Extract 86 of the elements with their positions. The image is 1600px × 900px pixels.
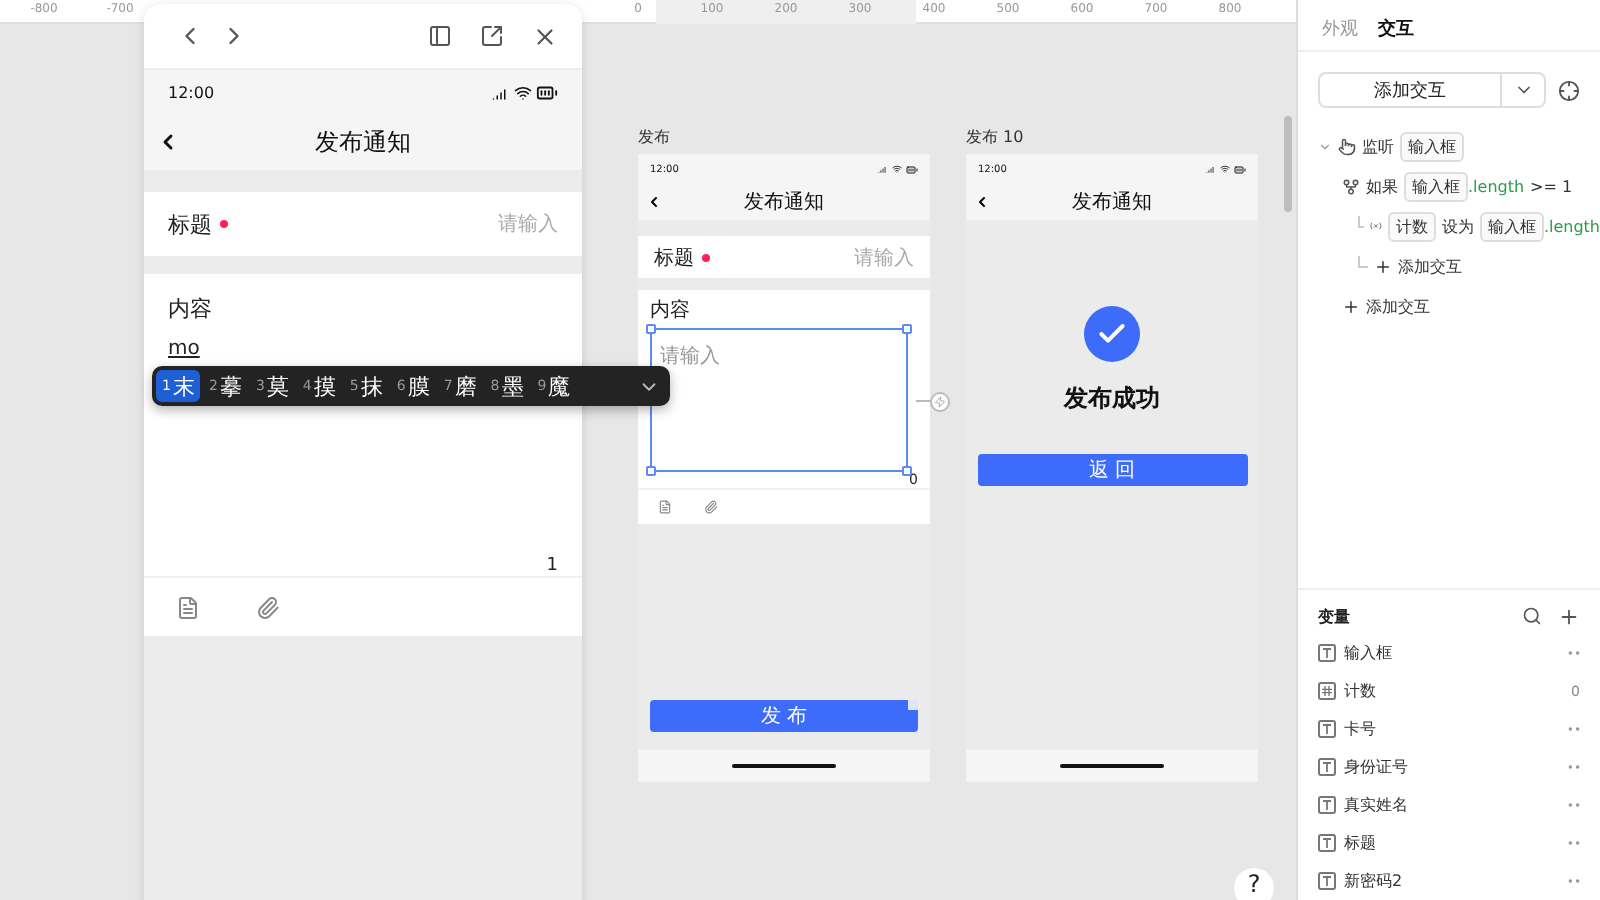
document-icon[interactable]	[658, 500, 672, 514]
back-icon	[646, 194, 662, 210]
plus-icon	[1374, 257, 1392, 275]
variable-tag[interactable]: 输入框	[1400, 131, 1464, 161]
variable-name[interactable]: 新密码2	[1344, 870, 1560, 892]
return-button[interactable]: 返 回	[977, 454, 1247, 486]
panel-icon[interactable]	[428, 24, 452, 48]
text-type-icon	[1318, 720, 1336, 738]
char-counter: 1	[546, 556, 558, 576]
dots-icon	[1568, 650, 1580, 656]
help-button[interactable]: ?	[1234, 868, 1274, 900]
content-label: 内容	[168, 294, 214, 324]
dots-icon	[1568, 726, 1580, 732]
add-interaction-button[interactable]: 添加交互	[1318, 72, 1546, 108]
tree-connector	[1358, 256, 1368, 268]
panel-tab[interactable]: 交互	[1378, 14, 1414, 42]
status-time: 12:00	[168, 83, 215, 101]
scrollbar[interactable]	[1284, 116, 1292, 212]
dots-icon	[1568, 802, 1580, 808]
signal-icon	[878, 164, 888, 174]
variable-icon	[1370, 218, 1382, 234]
close-icon[interactable]	[532, 23, 558, 49]
operator-text: 设为	[1441, 215, 1474, 237]
signal-icon	[1206, 164, 1216, 174]
dots-icon	[1568, 764, 1580, 770]
page-title: 发布通知	[315, 125, 411, 159]
property-text: .length	[1468, 177, 1525, 195]
variable-name[interactable]: 卡号	[1344, 718, 1560, 740]
artboard-name[interactable]: 发布 10	[966, 126, 1258, 148]
hash-icon	[1318, 682, 1336, 700]
variable-name[interactable]: 输入框	[1344, 642, 1560, 664]
signal-icon	[492, 83, 510, 101]
text-type-icon	[1318, 758, 1336, 776]
paperclip-icon[interactable]	[704, 500, 718, 514]
pointer-icon	[1338, 137, 1356, 155]
wifi-icon	[892, 164, 902, 174]
text-type-icon	[1318, 872, 1336, 890]
document-icon[interactable]	[176, 595, 200, 619]
publish-button[interactable]: 发 布	[650, 700, 918, 732]
variable-tag[interactable]: 计数	[1387, 211, 1436, 241]
battery-icon	[1234, 163, 1246, 175]
plus-icon[interactable]	[1558, 605, 1580, 627]
field-label: 标题	[168, 209, 212, 239]
battery-icon	[536, 81, 558, 103]
add-interaction-link[interactable]: 添加交互	[1374, 255, 1462, 277]
section-title: 变量	[1318, 605, 1352, 627]
variable-name[interactable]: 计数	[1344, 680, 1564, 702]
variable-name[interactable]: 身份证号	[1344, 756, 1560, 778]
operator-text: >= 1	[1530, 177, 1573, 195]
text-type-icon	[1318, 796, 1336, 814]
variable-tag[interactable]: 输入框	[1404, 171, 1468, 201]
variable-name[interactable]: 真实姓名	[1344, 794, 1560, 816]
home-indicator	[732, 764, 836, 768]
wifi-icon	[514, 83, 532, 101]
tree-connector	[1358, 216, 1365, 228]
content-label: 内容	[650, 297, 692, 324]
success-check-icon	[1084, 306, 1140, 362]
target-icon[interactable]	[1558, 79, 1580, 101]
text-type-icon	[1318, 834, 1336, 852]
plus-icon	[1342, 297, 1360, 315]
battery-icon	[906, 163, 918, 175]
typed-text[interactable]: mo	[168, 338, 200, 360]
add-interaction-link[interactable]: 添加交互	[1342, 295, 1430, 317]
success-message: 发布成功	[1064, 382, 1160, 416]
branch-icon	[1342, 177, 1360, 195]
back-icon	[974, 194, 990, 210]
search-icon[interactable]	[1522, 606, 1542, 626]
wifi-icon	[1220, 164, 1230, 174]
artboard-name[interactable]: 发布	[638, 126, 930, 148]
field-label: 标题	[654, 245, 694, 271]
variable-name[interactable]: 标题	[1344, 832, 1560, 854]
corner-badge	[908, 700, 918, 710]
paperclip-icon[interactable]	[256, 595, 280, 619]
property-text: .length	[1543, 217, 1600, 235]
trigger-label: 监听	[1362, 135, 1394, 157]
dots-icon	[1568, 840, 1580, 846]
page-title: 发布通知	[1072, 189, 1152, 216]
home-indicator	[1060, 764, 1164, 768]
collapse-icon[interactable]	[1318, 139, 1332, 153]
page-title: 发布通知	[744, 189, 824, 216]
condition-label: 如果	[1366, 175, 1398, 197]
variable-tag[interactable]: 输入框	[1479, 211, 1544, 241]
text-type-icon	[1318, 644, 1336, 662]
dots-icon	[1568, 878, 1580, 884]
link-line	[916, 400, 932, 402]
external-link-icon[interactable]	[480, 24, 504, 48]
